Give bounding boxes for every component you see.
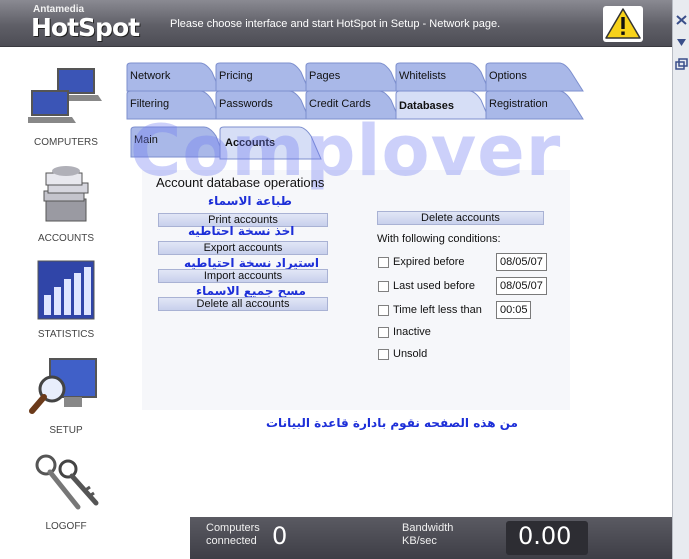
warning-icon[interactable]: [603, 6, 643, 42]
expired-before-date-field[interactable]: 08/05/07: [496, 253, 547, 271]
header-message: Please choose interface and start HotSpo…: [170, 18, 501, 30]
arabic-note-delete-all: مسح جميع الاسماء: [196, 284, 306, 298]
sidebar-item-label: ACCOUNTS: [37, 233, 95, 244]
header-bar: Antamedia HotSpot Please choose interfac…: [0, 0, 672, 47]
accounts-icon: [28, 159, 104, 229]
expired-before-label: Expired before: [393, 256, 465, 268]
logoff-icon: [28, 447, 104, 517]
sidebar-item-label: STATISTICS: [37, 329, 95, 340]
bandwidth-label-line1: Bandwidth: [402, 522, 454, 534]
computers-icon: [26, 63, 104, 133]
export-accounts-button[interactable]: Export accounts: [158, 241, 328, 255]
tab-pages[interactable]: Pages: [305, 62, 400, 92]
tab-main[interactable]: Main: [130, 126, 225, 158]
sidebar-item-setup[interactable]: SETUP: [0, 343, 132, 439]
sidebar-item-accounts[interactable]: ACCOUNTS: [0, 151, 132, 247]
arrow-down-icon[interactable]: [675, 36, 688, 48]
section-title: Account database operations: [156, 175, 325, 190]
setup-icon: [28, 351, 104, 421]
arabic-note-restore: استيراد نسخة احتياطيه: [184, 256, 319, 270]
time-left-field[interactable]: 00:05: [496, 301, 531, 319]
sidebar-item-label: LOGOFF: [45, 521, 87, 532]
time-left-checkbox[interactable]: [378, 305, 389, 316]
sidebar-item-label: SETUP: [49, 425, 83, 436]
tab-options[interactable]: Options: [485, 62, 584, 92]
sidebar-item-statistics[interactable]: STATISTICS: [0, 247, 132, 343]
sidebar: COMPUTERS ACCOUNTS STATISTICS SETUP LOGO…: [0, 47, 132, 559]
time-left-label: Time left less than: [393, 304, 482, 316]
last-used-before-date-field[interactable]: 08/05/07: [496, 277, 547, 295]
inactive-label: Inactive: [393, 326, 431, 338]
unsold-label: Unsold: [393, 348, 428, 360]
status-bar: Computers connected 0 Bandwidth KB/sec 0…: [190, 517, 672, 559]
tab-whitelists[interactable]: Whitelists: [395, 62, 490, 92]
conditions-label: With following conditions:: [377, 233, 501, 245]
close-icon[interactable]: [675, 14, 688, 26]
sidebar-item-label: COMPUTERS: [34, 137, 98, 148]
arabic-note-print: طباعة الاسماء: [208, 194, 292, 208]
expired-before-checkbox[interactable]: [378, 257, 389, 268]
tab-credit-cards[interactable]: Credit Cards: [305, 90, 400, 120]
arabic-note-backup: اخذ نسخة احتاطيه: [188, 224, 295, 238]
sidebar-item-logoff[interactable]: LOGOFF: [0, 439, 132, 535]
tab-databases[interactable]: Databases: [395, 90, 490, 120]
delete-all-accounts-button[interactable]: Delete all accounts: [158, 297, 328, 311]
last-used-before-label: Last used before: [393, 280, 475, 292]
tab-registration[interactable]: Registration: [485, 90, 584, 120]
page-description: من هذه الصفحه نقوم بادارة قاعدة البيانات: [266, 416, 518, 430]
sidebar-item-computers[interactable]: COMPUTERS: [0, 55, 132, 151]
unsold-checkbox[interactable]: [378, 349, 389, 360]
right-toolbar: [672, 0, 689, 559]
tab-filtering[interactable]: Filtering: [126, 90, 221, 120]
computers-label-line2: connected: [206, 535, 257, 547]
computers-connected-value: 0: [272, 522, 288, 550]
brand-logo: HotSpot: [31, 13, 140, 42]
bandwidth-value: 0.00: [518, 522, 572, 550]
last-used-before-checkbox[interactable]: [378, 281, 389, 292]
tab-pricing[interactable]: Pricing: [215, 62, 310, 92]
computers-label-line1: Computers: [206, 522, 260, 534]
tab-network[interactable]: Network: [126, 62, 221, 92]
tab-passwords[interactable]: Passwords: [215, 90, 310, 120]
delete-accounts-button[interactable]: Delete accounts: [377, 211, 544, 225]
statistics-icon: [28, 255, 104, 325]
inactive-checkbox[interactable]: [378, 327, 389, 338]
tab-accounts[interactable]: Accounts: [219, 126, 322, 160]
restore-window-icon[interactable]: [675, 58, 688, 70]
bandwidth-label-line2: KB/sec: [402, 535, 437, 547]
import-accounts-button[interactable]: Import accounts: [158, 269, 328, 283]
